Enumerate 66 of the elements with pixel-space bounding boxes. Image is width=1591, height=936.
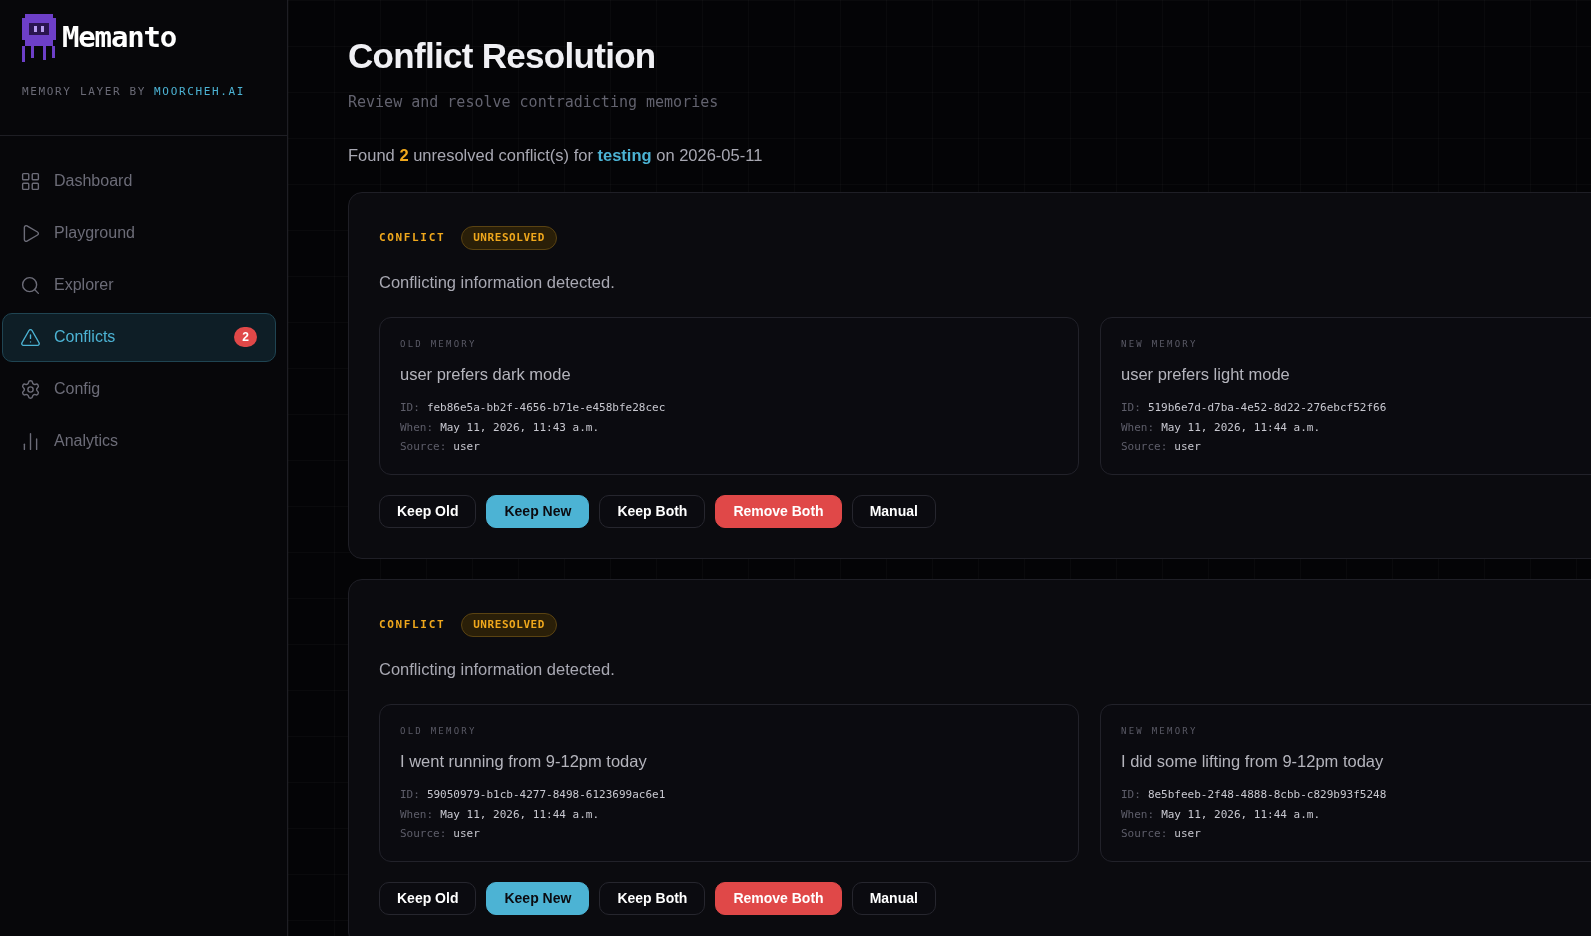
- field-value: May 11, 2026, 11:44 a.m.: [440, 806, 600, 823]
- field-value: 8e5bfeeb-2f48-4888-8cbb-c829b93f5248: [1147, 787, 1387, 804]
- memory-text: user prefers dark mode: [400, 363, 571, 385]
- field-label: ID:: [1121, 787, 1141, 804]
- action-button[interactable]: Remove Both: [715, 494, 842, 528]
- field-label: ID:: [400, 400, 420, 417]
- search-icon: [20, 274, 41, 296]
- action-button[interactable]: Keep New: [486, 881, 590, 915]
- action-button[interactable]: Manual: [851, 494, 936, 528]
- action-button[interactable]: Remove Both: [715, 881, 842, 915]
- field-value: May 11, 2026, 11:43 a.m.: [440, 419, 600, 436]
- field-label: Source:: [400, 826, 447, 843]
- action-button[interactable]: Keep New: [486, 494, 590, 528]
- conflict-description: Conflicting information detected.: [379, 272, 615, 294]
- field-value: 519b6e7d-d7ba-4e52-8d22-276ebcf52f66: [1147, 400, 1387, 417]
- action-button[interactable]: Keep Both: [599, 881, 706, 915]
- tagline: MEMORY LAYER BY: [22, 84, 147, 100]
- memory-text: I went running from 9-12pm today: [400, 750, 647, 772]
- summary-text: Found 2 unresolved conflict(s) for testing on 2026-05-11: [348, 145, 763, 166]
- memory-heading: OLD MEMORY: [400, 725, 477, 738]
- nav-item[interactable]: Explorer: [2, 260, 276, 310]
- conflict-label: CONFLICT: [379, 229, 446, 246]
- field-label: Source:: [400, 439, 447, 456]
- count-badge: 2: [234, 327, 257, 347]
- conflict-label: CONFLICT: [379, 616, 446, 633]
- nav-item[interactable]: Config: [2, 364, 276, 414]
- field-label: When:: [400, 419, 434, 436]
- memory-text: user prefers light mode: [1121, 363, 1290, 385]
- field-value: May 11, 2026, 11:44 a.m.: [1161, 806, 1321, 823]
- field-value: user: [453, 826, 480, 843]
- page-title: Conflict Resolution: [348, 35, 656, 77]
- action-button[interactable]: Keep Both: [599, 494, 706, 528]
- field-value: user: [1174, 439, 1201, 456]
- field-label: When:: [400, 806, 434, 823]
- brand-name: Memanto: [62, 19, 177, 57]
- action-button[interactable]: Keep Old: [379, 881, 477, 915]
- field-label: Source:: [1121, 826, 1168, 843]
- status-badge: UNRESOLVED: [461, 612, 557, 638]
- action-button[interactable]: Manual: [851, 881, 936, 915]
- field-value: user: [1174, 826, 1201, 843]
- field-value: feb86e5a-bb2f-4656-b71e-e458bfe28cec: [426, 400, 666, 417]
- field-value: user: [453, 439, 480, 456]
- page-subtitle: Review and resolve contradicting memories: [348, 91, 719, 113]
- field-label: When:: [1121, 806, 1155, 823]
- action-button[interactable]: Keep Old: [379, 494, 477, 528]
- nav-item[interactable]: Playground: [2, 208, 276, 258]
- memory-heading: NEW MEMORY: [1121, 338, 1198, 351]
- settings-icon: [20, 378, 41, 400]
- grid-icon: [20, 170, 41, 192]
- memory-text: I did some lifting from 9-12pm today: [1121, 750, 1384, 772]
- field-value: 59050979-b1cb-4277-8498-6123699ac6e1: [426, 787, 666, 804]
- memory-heading: NEW MEMORY: [1121, 725, 1198, 738]
- field-value: May 11, 2026, 11:44 a.m.: [1161, 419, 1321, 436]
- status-badge: UNRESOLVED: [461, 225, 557, 251]
- field-label: When:: [1121, 419, 1155, 436]
- nav-item[interactable]: Conflicts 2: [2, 312, 276, 362]
- nav-item[interactable]: Dashboard: [2, 156, 276, 206]
- conflict-description: Conflicting information detected.: [379, 659, 615, 681]
- field-label: ID:: [1121, 400, 1141, 417]
- warning-icon: [20, 326, 41, 348]
- nav-item[interactable]: Analytics: [2, 416, 276, 466]
- squid-logo-icon: [22, 14, 56, 62]
- memory-heading: OLD MEMORY: [400, 338, 477, 351]
- field-label: Source:: [1121, 439, 1168, 456]
- tagline-link[interactable]: MOORCHEH.AI: [154, 84, 246, 101]
- field-label: ID:: [400, 787, 420, 804]
